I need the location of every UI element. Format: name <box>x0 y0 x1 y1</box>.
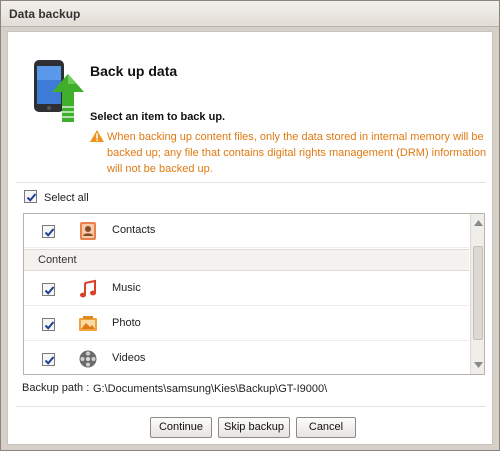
music-checkbox[interactable] <box>42 283 55 296</box>
phone-backup-icon <box>34 60 84 122</box>
list-item-photo[interactable]: Photo <box>24 307 469 341</box>
dialog-content: Back up data Select an item to back up. … <box>7 31 493 445</box>
scroll-thumb[interactable] <box>473 246 483 340</box>
backup-path-value: G:\Documents\samsung\Kies\Backup\GT-I900… <box>93 383 328 395</box>
instruction-text: Select an item to back up. <box>90 111 226 123</box>
list-scrollbar[interactable] <box>470 214 484 374</box>
checkmark-icon <box>44 286 55 295</box>
warning-text: When backing up content files, only the … <box>107 131 487 175</box>
list-item-label: Videos <box>112 352 146 364</box>
list-item-contacts[interactable]: Contacts <box>24 214 469 248</box>
list-item-label: Contacts <box>112 224 156 236</box>
continue-button[interactable]: Continue <box>150 417 212 438</box>
contacts-icon <box>80 222 96 240</box>
list-item-label: Music <box>112 282 141 294</box>
scroll-up-icon[interactable] <box>473 218 484 228</box>
page-title: Back up data <box>90 63 178 79</box>
data-backup-dialog: Data backup Back up data Select an item … <box>0 0 500 451</box>
section-header-label: Content <box>38 254 77 266</box>
skip-backup-button[interactable]: Skip backup <box>218 417 290 438</box>
backup-item-list: Contacts Content Music Photo Videos <box>23 213 485 375</box>
scroll-down-icon[interactable] <box>473 360 484 370</box>
section-header-content: Content <box>24 249 469 271</box>
checkmark-icon <box>44 228 55 237</box>
photo-checkbox[interactable] <box>42 318 55 331</box>
photo-icon <box>79 316 97 331</box>
list-item-videos[interactable]: Videos <box>24 342 469 374</box>
warning-icon <box>90 130 104 142</box>
music-icon <box>80 279 96 298</box>
title-bar[interactable]: Data backup <box>1 1 499 27</box>
backup-path-label: Backup path : <box>22 382 90 394</box>
divider <box>16 406 486 407</box>
divider <box>16 182 486 183</box>
list-item-label: Photo <box>112 317 141 329</box>
videos-checkbox[interactable] <box>42 353 55 366</box>
select-all-checkbox[interactable] <box>24 190 37 203</box>
window-title: Data backup <box>9 7 81 21</box>
list-item-music[interactable]: Music <box>24 272 469 306</box>
checkmark-icon <box>44 321 55 330</box>
cancel-button[interactable]: Cancel <box>296 417 356 438</box>
select-all-label[interactable]: Select all <box>44 192 89 204</box>
videos-icon <box>79 350 97 368</box>
contacts-checkbox[interactable] <box>42 225 55 238</box>
checkmark-icon <box>44 356 55 365</box>
checkmark-icon <box>26 193 37 202</box>
